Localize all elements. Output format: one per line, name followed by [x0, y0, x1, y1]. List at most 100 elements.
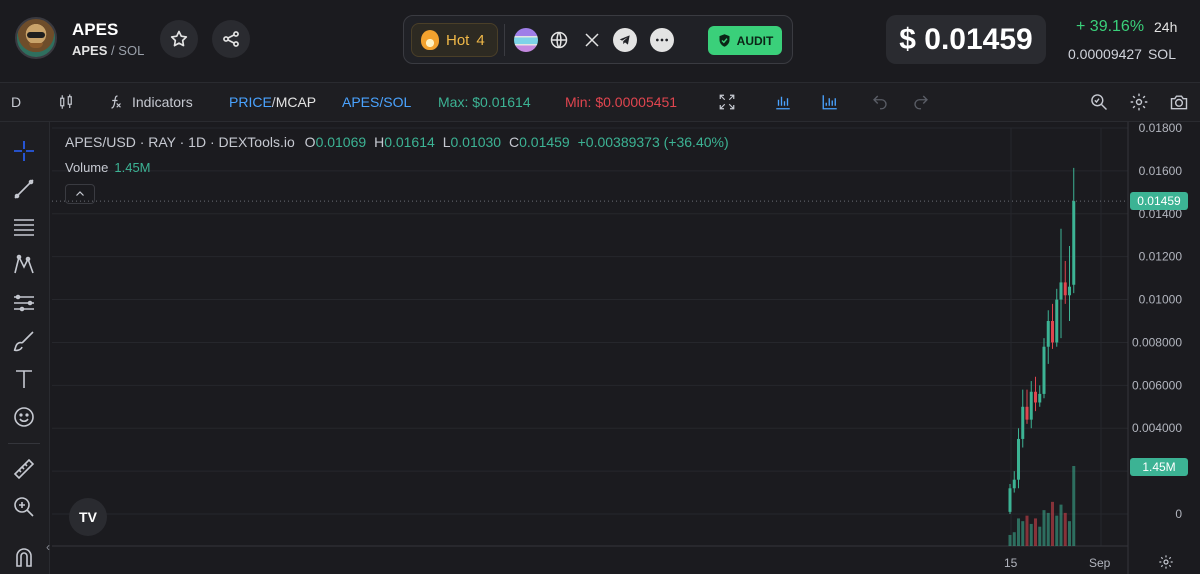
share-button[interactable]	[212, 20, 250, 58]
globe-icon	[550, 31, 568, 49]
chart-toolbar: D Indicators PRICE/MCAP APES/SOL Max: $0…	[0, 82, 1200, 122]
y-tick-label: 0	[1175, 507, 1182, 521]
redo-button[interactable]	[911, 92, 931, 112]
token-name: APES	[72, 20, 119, 39]
tradingview-logo-icon[interactable]: TV	[69, 498, 107, 536]
candle-body	[1046, 321, 1050, 347]
token-header: APES APES / SOL Hot 4 AUDIT $ 0.01459 + …	[0, 0, 1200, 82]
fib-tool[interactable]	[11, 214, 37, 240]
price-chart[interactable]: 00.0020000.0040000.0060000.0080000.01000…	[46, 122, 1200, 574]
horizontal-lines-icon	[14, 219, 34, 236]
magnet-tool[interactable]	[11, 544, 37, 570]
measure-tool[interactable]	[11, 456, 37, 482]
indicators-button[interactable]	[106, 92, 126, 112]
trendline-tool[interactable]	[11, 176, 37, 202]
pattern-tool[interactable]	[11, 252, 37, 278]
candle-body	[1034, 391, 1037, 403]
exchange-logo-icon[interactable]	[514, 28, 538, 52]
share-icon	[223, 31, 239, 47]
y-tick-label: 0.008000	[1132, 335, 1182, 349]
gear-icon	[1159, 555, 1173, 569]
website-link[interactable]	[547, 28, 571, 52]
y-tick-label: 0.004000	[1132, 421, 1182, 435]
divider	[504, 24, 505, 56]
undo-button[interactable]	[870, 92, 890, 112]
volume-bar	[1046, 512, 1050, 546]
chart-canvas[interactable]: 00.0020000.0040000.0060000.0080000.01000…	[52, 122, 1200, 574]
price-usd: $ 0.01459	[886, 15, 1046, 64]
candle-type-button[interactable]	[56, 92, 76, 112]
collapse-legend-button[interactable]	[65, 184, 95, 204]
volume-bars-icon	[822, 95, 837, 110]
more-links-button[interactable]	[650, 28, 674, 52]
indicators-label[interactable]: Indicators	[132, 94, 193, 110]
smiley-icon	[14, 407, 34, 427]
x-tick-sep: Sep	[1089, 556, 1111, 570]
volume-bar	[1038, 526, 1042, 546]
close-value: 0.01459	[519, 134, 570, 150]
tools-divider	[8, 443, 40, 444]
pair-separator: /	[111, 43, 115, 58]
price-sol: 0.00009427 SOL	[1068, 46, 1176, 62]
audit-label: AUDIT	[736, 33, 774, 48]
y-tick-label: 0.01800	[1139, 122, 1183, 135]
volume-legend: Volume 1.45M	[65, 160, 151, 175]
pair-quote: SOL	[118, 43, 145, 58]
avatar-eyes	[27, 32, 45, 38]
trades-toggle-button[interactable]	[773, 92, 793, 112]
price-mcap-toggle[interactable]: PRICE/MCAP	[229, 94, 316, 110]
scroll-left-icon[interactable]: ‹	[46, 540, 50, 554]
search-compare-button[interactable]	[1089, 92, 1109, 112]
ruler-lines-icon	[14, 294, 34, 312]
candle-body	[1025, 406, 1029, 420]
favorite-button[interactable]	[160, 20, 198, 58]
hot-rank: 4	[476, 31, 485, 49]
volume-bar	[1025, 515, 1029, 546]
star-icon	[170, 30, 188, 47]
axis-settings-button[interactable]	[1156, 552, 1176, 572]
brush-tool[interactable]	[11, 328, 37, 354]
price-sol-unit: SOL	[1147, 46, 1176, 62]
x-logo-icon	[585, 33, 599, 47]
price-toggle-label: PRICE	[229, 94, 272, 110]
y-tick-label: 0.01600	[1139, 164, 1183, 178]
more-dots-icon	[656, 38, 668, 42]
y-tick-label: 0.006000	[1132, 378, 1182, 392]
candle-body	[1042, 346, 1046, 394]
y-tick-label: 0.01200	[1139, 250, 1183, 264]
zoom-search-icon	[1091, 94, 1108, 111]
brush-icon	[13, 331, 34, 352]
interval-selector[interactable]: D	[11, 94, 21, 110]
avatar-mouth	[29, 43, 43, 48]
volume-value: 1.45M	[114, 160, 151, 175]
x-tick-15: 15	[1004, 556, 1018, 570]
text-tool[interactable]	[11, 366, 37, 392]
high-key: H	[374, 134, 385, 150]
hot-badge[interactable]: Hot 4	[411, 23, 498, 57]
change-value: +0.00389373 (+36.40%)	[577, 134, 729, 150]
screenshot-button[interactable]	[1169, 92, 1189, 112]
token-info-bar: Hot 4 AUDIT	[403, 15, 793, 64]
candle-body	[1012, 479, 1016, 489]
candle-body	[1038, 393, 1042, 403]
emoji-tool[interactable]	[11, 404, 37, 430]
settings-button[interactable]	[1129, 92, 1149, 112]
x-twitter-link[interactable]	[580, 28, 604, 52]
crosshair-tool[interactable]	[11, 138, 37, 164]
volume-toggle-button[interactable]	[820, 92, 840, 112]
fullscreen-button[interactable]	[717, 92, 737, 112]
open-key: O	[304, 134, 316, 150]
zoom-tool[interactable]	[11, 494, 37, 520]
telegram-link[interactable]	[613, 28, 637, 52]
ruler-icon	[13, 458, 35, 480]
high-value: 0.01614	[384, 134, 435, 150]
audit-button[interactable]: AUDIT	[708, 26, 782, 55]
token-pair: APES / SOL	[72, 43, 144, 58]
camera-icon	[1170, 95, 1188, 110]
chevron-up-icon	[76, 191, 84, 196]
volume-bar	[1029, 523, 1033, 546]
volume-bar	[1051, 501, 1054, 546]
mcap-toggle-label: MCAP	[275, 94, 317, 110]
prediction-tool[interactable]	[11, 290, 37, 316]
pair-toggle[interactable]: APES/SOL	[342, 94, 411, 110]
